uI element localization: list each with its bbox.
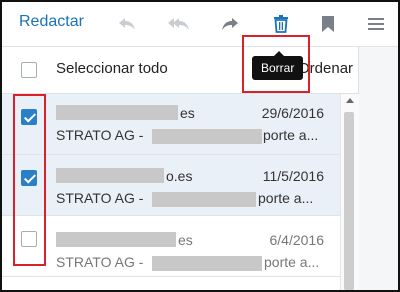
- menu-icon[interactable]: [364, 12, 388, 36]
- message-date: 6/4/2016: [269, 232, 325, 248]
- sender-suffix: es: [180, 105, 195, 121]
- redacted-sender: [56, 168, 164, 183]
- message-checkbox[interactable]: [21, 231, 37, 247]
- redacted-subject: [152, 192, 256, 207]
- scroll-up-arrow-icon[interactable]: [346, 98, 354, 103]
- redacted-sender: [56, 105, 178, 120]
- subject-tail: porte a...: [258, 190, 314, 206]
- reply-all-icon[interactable]: [167, 12, 191, 36]
- scrollbar-thumb[interactable]: [344, 112, 354, 290]
- subject-prefix: STRATO AG -: [56, 127, 144, 143]
- message-checkbox[interactable]: [21, 109, 37, 125]
- message-date: 11/5/2016: [262, 168, 324, 184]
- message-row[interactable]: es 6/4/2016 STRATO AG - porte a...: [2, 216, 340, 277]
- sender-suffix: o.es: [166, 168, 193, 184]
- subject-tail: porte a...: [263, 127, 319, 143]
- message-list: es 29/6/2016 STRATO AG - porte a... o.es…: [2, 94, 340, 290]
- subject-prefix: STRATO AG -: [56, 254, 144, 270]
- forward-icon[interactable]: [218, 12, 242, 36]
- reply-icon[interactable]: [115, 12, 139, 36]
- message-checkbox[interactable]: [21, 170, 37, 186]
- message-row[interactable]: o.es 11/5/2016 STRATO AG - porte a...: [2, 155, 340, 216]
- reading-pane: [358, 47, 398, 290]
- bookmark-icon[interactable]: [316, 12, 340, 36]
- trash-icon[interactable]: [269, 12, 293, 36]
- redacted-subject: [152, 256, 262, 271]
- select-all-checkbox[interactable]: [21, 62, 37, 78]
- message-row[interactable]: es 29/6/2016 STRATO AG - porte a...: [2, 94, 340, 155]
- message-date: 29/6/2016: [261, 105, 324, 121]
- redacted-sender: [56, 232, 176, 247]
- select-all-label[interactable]: Seleccionar todo: [56, 60, 168, 77]
- mail-window: Redactar Seleccionar todo Ordenar por Bo…: [0, 0, 400, 292]
- select-all-row: Seleccionar todo Ordenar por: [2, 47, 393, 94]
- delete-tooltip: Borrar: [252, 51, 304, 80]
- compose-button[interactable]: Redactar: [19, 13, 84, 31]
- redacted-subject: [152, 129, 262, 144]
- subject-tail: porte a...: [264, 254, 320, 270]
- toolbar: Redactar: [2, 2, 398, 47]
- subject-prefix: STRATO AG -: [56, 190, 144, 206]
- sender-suffix: es: [178, 232, 193, 248]
- scrollbar[interactable]: [340, 94, 359, 290]
